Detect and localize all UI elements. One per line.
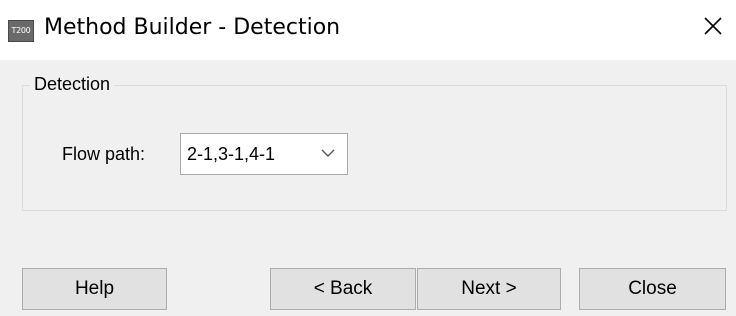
back-button[interactable]: < Back bbox=[270, 268, 416, 310]
flow-path-selected-value: 2-1,3-1,4-1 bbox=[187, 144, 276, 164]
app-icon-label: T200 bbox=[11, 26, 31, 35]
help-button[interactable]: Help bbox=[22, 268, 167, 310]
flow-path-dropdown[interactable]: 2-1,3-1,4-1 bbox=[180, 133, 348, 175]
close-button[interactable]: Close bbox=[579, 268, 726, 310]
chevron-down-icon[interactable] bbox=[321, 148, 335, 158]
flow-path-label: Flow path: bbox=[62, 144, 146, 164]
close-icon[interactable] bbox=[702, 15, 724, 37]
next-button[interactable]: Next > bbox=[417, 268, 561, 310]
title-bar: T200 Method Builder - Detection bbox=[0, 0, 736, 60]
window-title: Method Builder - Detection bbox=[44, 15, 341, 40]
detection-group-legend: Detection bbox=[30, 72, 115, 96]
app-icon: T200 bbox=[8, 20, 34, 42]
